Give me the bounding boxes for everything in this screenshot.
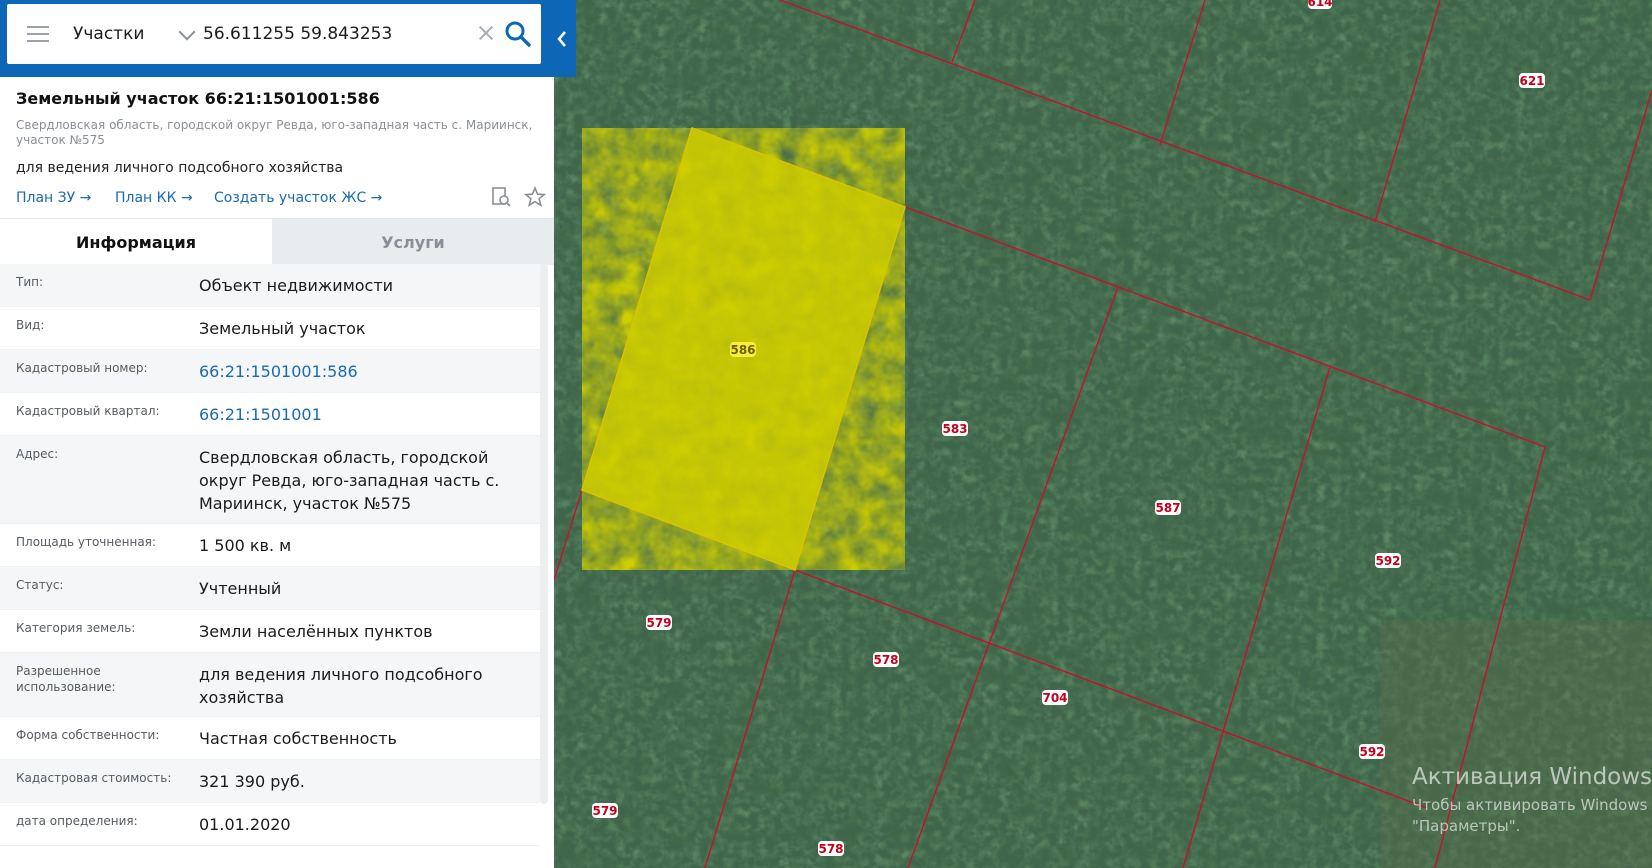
- plot-label[interactable]: 579: [646, 615, 672, 630]
- plot-label[interactable]: 578: [818, 841, 844, 856]
- info-key: Вид:: [16, 318, 45, 332]
- create-parcel-link[interactable]: Создать участок ЖС →: [214, 190, 382, 206]
- info-key: Кадастровая стоимость:: [16, 771, 172, 785]
- plot-label-text: 587: [1155, 501, 1180, 515]
- parcel-title: Земельный участок 66:21:1501001:586: [16, 89, 380, 108]
- info-key: Разрешенное использование:: [16, 664, 116, 694]
- info-row: Форма собственности: Частная собственност…: [0, 717, 540, 760]
- clear-icon[interactable]: [475, 22, 497, 44]
- windows-activation-watermark: Активация Windows Чтобы активировать Win…: [1412, 764, 1652, 835]
- cadastral-number-link[interactable]: 66:21:1501001:586: [183, 350, 540, 392]
- parcel-header: Земельный участок 66:21:1501001:586 Свер…: [0, 77, 554, 216]
- info-key: Площадь уточненная:: [16, 535, 156, 549]
- info-key: Адрес:: [16, 447, 59, 461]
- info-table: Тип: Объект недвижимости Вид: Земельный уч…: [0, 264, 540, 846]
- plot-label-text: 621: [1519, 74, 1544, 88]
- object-type-select[interactable]: Участки: [73, 4, 203, 64]
- info-key: Категория земель:: [16, 621, 136, 635]
- collapse-panel-button[interactable]: [548, 0, 576, 77]
- info-value: Земли населённых пунктов: [199, 622, 433, 641]
- info-row: Категория земель: Земли населённых пункто…: [0, 610, 540, 653]
- watermark-text: Чтобы активировать Windows: [1412, 796, 1648, 814]
- plot-label-text: 583: [942, 422, 967, 436]
- plot-label-text: 592: [1359, 745, 1384, 759]
- parcel-use: для ведения личного подсобного хозяйства: [16, 160, 344, 176]
- info-value: Учтенный: [199, 579, 282, 598]
- info-key: дата определения:: [16, 814, 138, 828]
- info-row: Кадастровая стоимость: 321 390 руб.: [0, 760, 540, 803]
- info-key: Статус:: [16, 578, 64, 592]
- tab-information[interactable]: Информация: [0, 219, 272, 265]
- info-value: Земельный участок: [199, 319, 366, 338]
- object-type-label: Участки: [73, 24, 145, 44]
- info-key: Тип:: [16, 275, 44, 289]
- search-bar: Участки: [0, 0, 576, 77]
- info-row: Площадь уточненная: 1 500 кв. м: [0, 524, 540, 567]
- info-row: Кадастровый номер: 66:21:1501001:586: [0, 350, 540, 393]
- search-box: Участки: [7, 4, 541, 64]
- info-row: Статус: Учтенный: [0, 567, 540, 610]
- plot-label[interactable]: 614: [1307, 0, 1333, 9]
- plot-label-text: 614: [1307, 0, 1332, 9]
- plot-label-selected[interactable]: 586: [730, 342, 756, 357]
- info-row: дата определения: 01.01.2020: [0, 803, 540, 846]
- plot-label-text: 704: [1042, 691, 1067, 705]
- plot-label[interactable]: 621: [1519, 73, 1545, 88]
- info-row: Вид: Земельный участок: [0, 307, 540, 350]
- panel-scrollbar[interactable]: [540, 264, 548, 804]
- plot-label-text: 592: [1375, 554, 1400, 568]
- tab-services[interactable]: Услуги: [272, 219, 554, 265]
- plot-label[interactable]: 587: [1155, 500, 1181, 515]
- info-value: 1 500 кв. м: [199, 536, 292, 555]
- info-key: Кадастровый квартал:: [16, 404, 160, 418]
- info-value: Объект недвижимости: [199, 276, 394, 295]
- info-value: 01.01.2020: [199, 815, 291, 834]
- cadastral-quarter-link[interactable]: 66:21:1501001: [183, 393, 540, 435]
- plot-label[interactable]: 592: [1359, 744, 1385, 759]
- coordinates-search-input[interactable]: [203, 16, 453, 52]
- info-panel: Земельный участок 66:21:1501001:586 Свер…: [0, 77, 554, 868]
- info-row: Разрешенное использование: для ведения ли…: [0, 653, 540, 717]
- info-key: Кадастровый номер:: [16, 361, 148, 375]
- search-icon[interactable]: [503, 19, 533, 49]
- plot-label[interactable]: 579: [592, 803, 618, 818]
- star-icon[interactable]: [524, 186, 546, 208]
- plan-zu-link[interactable]: План ЗУ →: [16, 190, 91, 206]
- document-search-icon[interactable]: [490, 186, 512, 208]
- info-key: Форма собственности:: [16, 728, 160, 742]
- plot-label-text: 579: [646, 616, 671, 630]
- info-value: Свердловская область, городской округ Ре…: [199, 448, 500, 513]
- collapse-arrow-icon: [557, 30, 566, 47]
- info-row: Тип: Объект недвижимости: [0, 264, 540, 307]
- plot-label-text: 586: [730, 343, 755, 357]
- parcel-links: План ЗУ → План КК → Создать участок ЖС →: [16, 184, 546, 216]
- plot-label-text: 579: [592, 804, 617, 818]
- chevron-down-icon: [178, 23, 196, 41]
- plot-label[interactable]: 583: [942, 421, 968, 436]
- info-value: для ведения личного подсобного хозяйства: [199, 665, 483, 707]
- plot-label-text: 578: [873, 653, 898, 667]
- watermark-title: Активация Windows: [1412, 764, 1652, 790]
- plot-label[interactable]: 592: [1375, 553, 1401, 568]
- info-row: Кадастровый квартал: 66:21:1501001: [0, 393, 540, 436]
- tab-bar: Информация Услуги: [0, 218, 554, 265]
- parcel-address: Свердловская область, городской округ Ре…: [16, 118, 533, 147]
- plot-label-text: 578: [818, 842, 843, 856]
- plan-kk-link[interactable]: План КК →: [115, 190, 193, 206]
- plot-label[interactable]: 704: [1042, 690, 1068, 705]
- info-value: Частная собственность: [199, 729, 397, 748]
- info-value: 321 390 руб.: [199, 772, 305, 791]
- info-row: Адрес: Свердловская область, городской ок…: [0, 436, 540, 524]
- menu-icon[interactable]: [27, 26, 49, 42]
- watermark-text-2: "Параметры".: [1412, 817, 1521, 835]
- plot-label[interactable]: 578: [873, 652, 899, 667]
